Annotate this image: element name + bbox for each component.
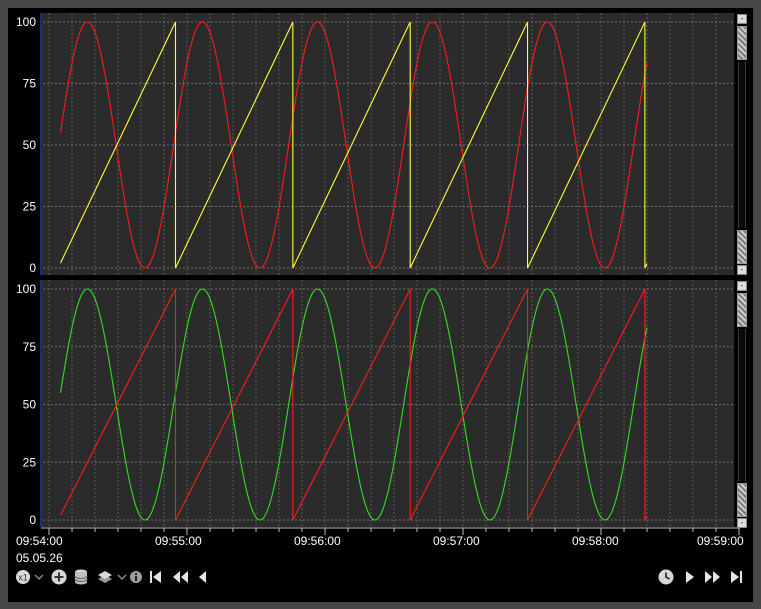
x-tick-label: 09:58:00 [572,534,619,548]
skip-to-end-icon [731,571,742,583]
lower-trend-panel[interactable]: 100 75 50 25 0 [16,280,734,527]
x-tick-label: 09:54:00 [16,534,63,548]
fast-rewind-button[interactable] [170,567,190,587]
layers-button[interactable] [96,567,128,587]
step-back-icon [199,571,206,583]
skip-to-end-button[interactable] [728,567,746,587]
time-axis [41,527,740,535]
fast-forward-button[interactable] [703,567,723,587]
play-icon [686,571,694,583]
upper-scroll-up-button[interactable]: - [737,14,747,24]
trend-charts: 100 75 50 25 0 100 75 50 25 0 [16,13,740,535]
upper-scroll-thumb-bottom[interactable] [737,230,747,264]
upper-scroll-track[interactable] [738,62,746,228]
lower-scroll-down-button[interactable]: - [737,518,747,528]
lower-scroll-up-button[interactable]: - [737,281,747,291]
upper-scroll-down-button[interactable]: - [737,265,747,275]
y-tick-label: 50 [23,138,37,152]
clock-button[interactable] [656,567,676,587]
x-tick-label: 09:57:00 [433,534,480,548]
info-icon [130,571,142,583]
skip-to-start-icon [150,571,161,583]
x-tick-label: 09:56:00 [294,534,341,548]
svg-text:x1: x1 [18,573,28,583]
skip-to-start-button[interactable] [146,567,164,587]
x-tick-label: 09:55:00 [155,534,202,548]
y-tick-label: 0 [29,513,36,527]
lower-scroll-thumb-bottom[interactable] [737,483,747,517]
y-tick-label: 0 [29,261,36,275]
fast-forward-icon [705,571,720,583]
upper-scroll-thumb-top[interactable] [737,26,747,60]
database-icon [74,569,88,585]
date-label: 05.05.26 [16,551,63,565]
step-back-button[interactable] [194,567,210,587]
zoom-in-button[interactable] [50,567,68,587]
upper-trend-panel[interactable]: 100 75 50 25 0 [16,13,734,275]
lower-scroll-track[interactable] [738,329,746,481]
zoom-in-icon [51,569,67,585]
y-tick-label: 75 [23,77,37,91]
info-button[interactable] [128,567,144,587]
play-button[interactable] [682,567,698,587]
y-tick-label: 100 [16,15,36,29]
database-button[interactable] [72,567,90,587]
y-tick-label: 100 [16,282,36,296]
y-tick-label: 25 [23,455,37,469]
zoom-reset-button[interactable]: x1 [14,567,44,587]
y-tick-label: 50 [23,398,37,412]
x-tick-label: 09:59:00 [697,534,744,548]
y-tick-label: 75 [23,340,37,354]
zoom-reset-icon: x1 [16,570,44,584]
y-tick-label: 25 [23,200,37,214]
fast-rewind-icon [173,571,188,583]
lower-scroll-thumb-top[interactable] [737,293,747,327]
clock-icon [658,569,674,585]
layers-icon [98,571,127,583]
